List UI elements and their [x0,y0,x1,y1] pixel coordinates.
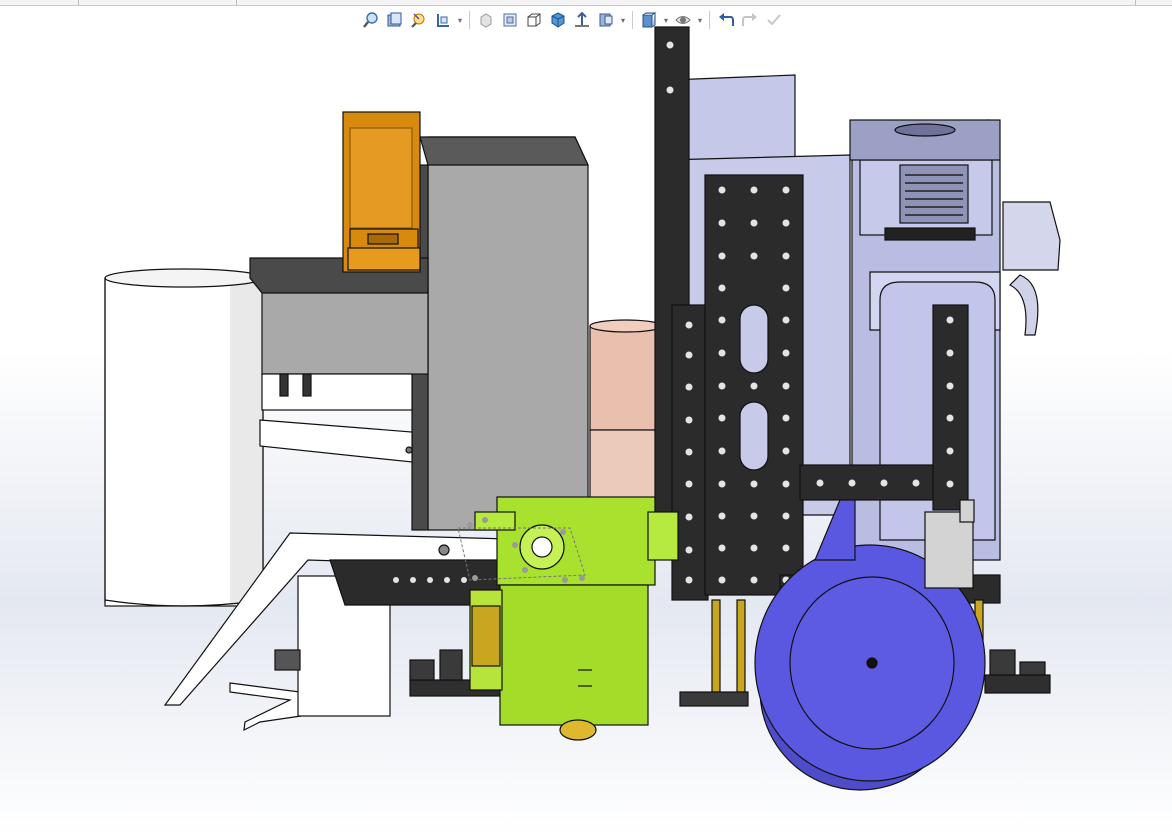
yellow-green-servo[interactable] [469,496,679,741]
black-perforated-plate-right[interactable] [932,304,969,511]
orange-distance-sensor[interactable] [342,111,421,273]
white-cylinder-bin[interactable] [104,268,264,607]
graphics-viewport[interactable] [0,0,1172,836]
robot-assembly-model [104,26,1061,791]
pink-cylinder-stack[interactable] [589,319,663,503]
standoff-base-plate [679,691,749,707]
rear-bracket[interactable] [924,499,975,589]
circuit-board-right[interactable] [984,649,1051,694]
